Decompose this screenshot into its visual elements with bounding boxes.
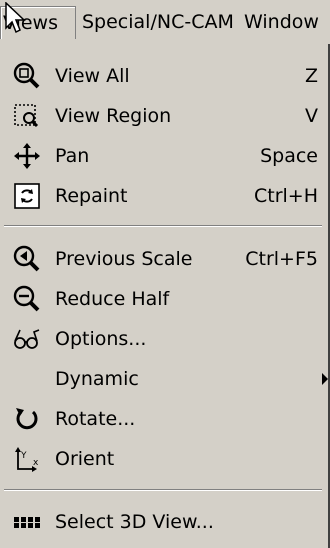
menu-special-nc-cam-label: Special/NC-CAM — [82, 11, 234, 33]
pan-icon — [14, 143, 40, 169]
view-region-label: View Region — [55, 105, 172, 127]
options-label: Options... — [55, 328, 147, 350]
view-all-shortcut: Z — [304, 65, 318, 87]
menu-separator — [4, 489, 322, 491]
orient-label: Orient — [55, 448, 115, 470]
rotate-icon — [16, 408, 38, 430]
menu-item-pan[interactable]: Pan Space — [0, 136, 328, 176]
menu-item-select-3d-view[interactable]: Select 3D View... — [0, 502, 328, 542]
menu-item-view-region[interactable]: View Region V — [0, 96, 328, 136]
repaint-shortcut: Ctrl+H — [253, 185, 318, 207]
previous-scale-icon — [13, 245, 40, 272]
orient-axes-icon: Y x — [15, 447, 39, 472]
menu-separator — [4, 225, 322, 227]
grid-view-icon — [14, 517, 40, 528]
menu-item-orient[interactable]: Y x Orient — [0, 439, 328, 479]
menu-item-dynamic[interactable]: Dynamic — [0, 359, 328, 399]
zoom-out-icon — [13, 285, 40, 312]
previous-scale-label: Previous Scale — [55, 248, 193, 270]
repaint-icon — [14, 183, 40, 209]
glasses-icon — [14, 329, 40, 349]
menu-item-view-all[interactable]: View All Z — [0, 56, 328, 96]
menu-special-nc-cam[interactable]: Special/NC-CAM — [82, 6, 234, 38]
submenu-arrow-icon — [322, 373, 328, 385]
dynamic-label: Dynamic — [55, 368, 139, 390]
views-dropdown-menu: View All Z View Region V Pan Space Repai… — [0, 44, 330, 548]
svg-text:x: x — [33, 458, 39, 468]
reduce-half-label: Reduce Half — [55, 288, 170, 310]
pan-shortcut: Space — [260, 145, 318, 167]
menu-window[interactable]: Window — [244, 6, 319, 38]
menu-item-rotate[interactable]: Rotate... — [0, 399, 328, 439]
menu-item-previous-scale[interactable]: Previous Scale Ctrl+F5 — [0, 239, 328, 279]
menu-item-reduce-half[interactable]: Reduce Half — [0, 279, 328, 319]
zoom-all-icon — [13, 62, 40, 89]
view-region-icon — [14, 104, 39, 128]
view-all-label: View All — [55, 65, 130, 87]
pan-label: Pan — [55, 145, 90, 167]
view-region-shortcut: V — [305, 105, 318, 127]
select-3d-view-label: Select 3D View... — [55, 511, 214, 533]
menu-item-repaint[interactable]: Repaint Ctrl+H — [0, 176, 328, 216]
repaint-label: Repaint — [55, 185, 128, 207]
menu-window-label: Window — [244, 11, 319, 33]
previous-scale-shortcut: Ctrl+F5 — [245, 248, 318, 270]
menu-item-options[interactable]: Options... — [0, 319, 328, 359]
rotate-label: Rotate... — [55, 408, 136, 430]
svg-text:Y: Y — [20, 451, 27, 461]
menu-bar: Views Special/NC-CAM Window — [0, 0, 330, 44]
mouse-cursor-icon — [5, 2, 26, 34]
